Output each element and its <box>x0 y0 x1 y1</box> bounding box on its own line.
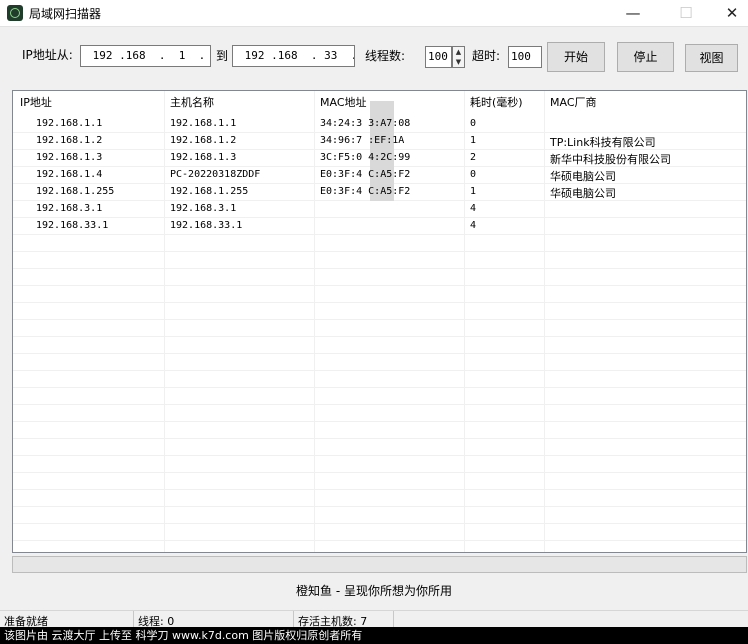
column-header-hostname[interactable]: 主机名称 <box>170 94 214 110</box>
row-line <box>13 217 746 218</box>
start-button[interactable]: 开始 <box>547 42 605 72</box>
row-line <box>13 336 746 337</box>
stop-button[interactable]: 停止 <box>617 42 674 72</box>
row-line <box>13 302 746 303</box>
column-header-mac[interactable]: MAC地址 <box>320 94 367 110</box>
row-line <box>13 387 746 388</box>
row-line <box>13 251 746 252</box>
cell-ip[interactable]: 192.168.1.3 <box>36 152 102 163</box>
threads-label: 线程数: <box>365 49 406 63</box>
cell-ip[interactable]: 192.168.1.2 <box>36 135 102 146</box>
row-line <box>13 285 746 286</box>
spin-down-icon[interactable]: ▼ <box>453 57 464 67</box>
cell-latency[interactable]: 1 <box>470 135 476 146</box>
row-line <box>13 353 746 354</box>
ip-to-input[interactable]: 192 .168 . 33 .254 <box>232 45 355 67</box>
view-button[interactable]: 视图 <box>685 44 738 72</box>
cell-ip[interactable]: 192.168.3.1 <box>36 203 102 214</box>
cell-latency[interactable]: 4 <box>470 220 476 231</box>
title-bar: 局域网扫描器 — ☐ ✕ <box>0 0 748 26</box>
column-line <box>544 91 545 552</box>
row-line <box>13 540 746 541</box>
row-line <box>13 234 746 235</box>
cell-mac[interactable]: 3C:F5:0 4:2C:99 <box>320 152 410 163</box>
cell-hostname[interactable]: 192.168.1.2 <box>170 135 236 146</box>
cell-hostname[interactable]: 192.168.1.3 <box>170 152 236 163</box>
cell-vendor[interactable]: 华硕电脑公司 <box>550 185 616 201</box>
cell-ip[interactable]: 192.168.1.1 <box>36 118 102 129</box>
cell-vendor[interactable]: 新华中科技股份有限公司 <box>550 151 671 167</box>
cell-vendor[interactable]: TP:Link科技有限公司 <box>550 134 656 150</box>
cell-latency[interactable]: 4 <box>470 203 476 214</box>
column-header-vendor[interactable]: MAC厂商 <box>550 94 597 110</box>
app-icon <box>7 5 23 21</box>
maximize-button[interactable]: ☐ <box>663 0 709 26</box>
watermark-text: 该图片由 云渡大厅 上传至 科学刀 www.k7d.com 图片版权归原创者所有 <box>0 627 748 644</box>
row-line <box>13 455 746 456</box>
row-line <box>13 268 746 269</box>
cell-latency[interactable]: 1 <box>470 186 476 197</box>
cell-ip[interactable]: 192.168.1.4 <box>36 169 102 180</box>
column-header-latency[interactable]: 耗时(毫秒) <box>470 94 523 110</box>
column-line <box>464 91 465 552</box>
cell-mac[interactable]: 34:96:7 :EF:1A <box>320 135 404 146</box>
ip-to-label: 到 <box>216 49 229 63</box>
results-table[interactable]: IP地址 主机名称 MAC地址 耗时(毫秒) MAC厂商 192.168.1.1… <box>12 90 747 553</box>
cell-mac[interactable]: E0:3F:4 C:A5:F2 <box>320 186 410 197</box>
row-line <box>13 438 746 439</box>
column-line <box>164 91 165 552</box>
minimize-button[interactable]: — <box>610 0 656 26</box>
column-line <box>314 91 315 552</box>
threads-spinner[interactable]: ▲ ▼ <box>452 46 465 68</box>
threads-input[interactable]: 100 <box>425 46 452 68</box>
column-header-ip[interactable]: IP地址 <box>20 94 52 110</box>
cell-hostname[interactable]: 192.168.33.1 <box>170 220 242 231</box>
cell-hostname[interactable]: 192.168.3.1 <box>170 203 236 214</box>
cell-hostname[interactable]: 192.168.1.1 <box>170 118 236 129</box>
timeout-input[interactable]: 100 <box>508 46 542 68</box>
cell-hostname[interactable]: 192.168.1.255 <box>170 186 248 197</box>
cell-ip[interactable]: 192.168.1.255 <box>36 186 114 197</box>
window-title: 局域网扫描器 <box>29 7 102 21</box>
row-line <box>13 523 746 524</box>
row-line <box>13 370 746 371</box>
row-line <box>13 472 746 473</box>
slogan-text: 橙知鱼 - 呈现你所想为你所用 <box>296 584 452 598</box>
ip-from-input[interactable]: 192 .168 . 1 . 1 <box>80 45 211 67</box>
close-button[interactable]: ✕ <box>709 0 748 26</box>
cell-latency[interactable]: 0 <box>470 118 476 129</box>
row-line <box>13 489 746 490</box>
row-line <box>13 319 746 320</box>
ip-from-label: IP地址从: <box>22 48 73 62</box>
cell-hostname[interactable]: PC-20220318ZDDF <box>170 169 260 180</box>
cell-latency[interactable]: 0 <box>470 169 476 180</box>
cell-ip[interactable]: 192.168.33.1 <box>36 220 108 231</box>
timeout-label: 超时: <box>472 49 501 63</box>
scan-progress-bar <box>12 556 747 573</box>
spin-up-icon[interactable]: ▲ <box>453 47 464 57</box>
row-line <box>13 506 746 507</box>
cell-mac[interactable]: E0:3F:4 C:A5:F2 <box>320 169 410 180</box>
cell-vendor[interactable]: 华硕电脑公司 <box>550 168 616 184</box>
cell-mac[interactable]: 34:24:3 3:A7:08 <box>320 118 410 129</box>
row-line <box>13 421 746 422</box>
row-line <box>13 404 746 405</box>
cell-latency[interactable]: 2 <box>470 152 476 163</box>
